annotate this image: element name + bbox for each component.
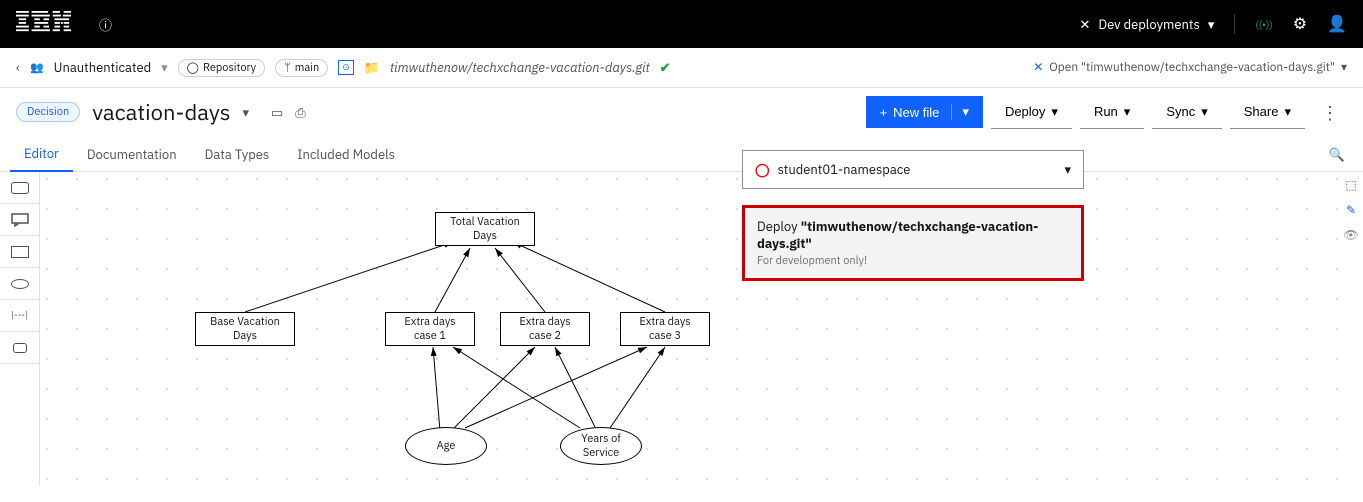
chevron-down-icon[interactable]: ▾: [161, 59, 168, 76]
monitor-icon[interactable]: ▭: [271, 104, 283, 121]
tab-data-types[interactable]: Data Types: [191, 138, 284, 171]
target-icon[interactable]: ⊙: [338, 60, 354, 75]
deploy-item-title: Deploy "timwuthenow/techxchange-vacation…: [757, 218, 1069, 252]
ibm-logo[interactable]: [16, 11, 71, 37]
tab-editor[interactable]: Editor: [10, 137, 73, 172]
run-button[interactable]: Run ▾: [1080, 96, 1144, 129]
chevron-down-icon: ▾: [1051, 104, 1058, 120]
namespace-select[interactable]: ◯ student01-namespace ▾: [742, 150, 1084, 189]
node-total-vacation-days[interactable]: Total Vacation Days: [435, 212, 535, 246]
chevron-down-icon: ▾: [1064, 161, 1071, 178]
kebab-menu-icon[interactable]: ⋮: [1313, 101, 1347, 124]
chevron-down-icon[interactable]: ▾: [242, 104, 249, 121]
node-years-of-service[interactable]: Years of Service: [560, 427, 642, 465]
page-title: vacation-days: [92, 98, 230, 127]
info-icon[interactable]: ⓘ: [99, 15, 112, 34]
map-icon[interactable]: ⬚: [1345, 178, 1356, 193]
tab-documentation[interactable]: Documentation: [73, 138, 191, 171]
satellite-icon: ✕: [1079, 16, 1090, 33]
user-icon[interactable]: 👤: [1327, 14, 1347, 34]
breadcrumb-bar: ‹ 👥 Unauthenticated ▾ ◯ Repository ᛘ mai…: [0, 48, 1363, 88]
vscode-icon: ✕: [1033, 60, 1043, 75]
folder-icon: 📁: [364, 59, 380, 76]
gear-icon[interactable]: ⚙: [1293, 14, 1307, 34]
title-bar: Decision vacation-days ▾ ▭ ⎙ + New file …: [0, 88, 1363, 136]
chevron-down-icon: ▾: [1201, 104, 1208, 120]
node-extra-days-case-1[interactable]: Extra days case 1: [385, 312, 475, 346]
share-button[interactable]: Share ▾: [1230, 96, 1305, 129]
sync-button[interactable]: Sync ▾: [1152, 96, 1221, 129]
node-extra-days-case-2[interactable]: Extra days case 2: [500, 312, 590, 346]
shape-palette: |---|: [0, 172, 40, 486]
palette-callout[interactable]: [0, 204, 39, 236]
chevron-down-icon: ▾: [1284, 104, 1291, 120]
palette-text[interactable]: |---|: [0, 300, 39, 332]
node-base-vacation-days[interactable]: Base Vacation Days: [195, 312, 295, 346]
status-indicator-icon[interactable]: ((•)): [1255, 18, 1272, 31]
diagram-canvas[interactable]: Total Vacation Days Base Vacation Days E…: [40, 172, 1339, 486]
print-icon[interactable]: ⎙: [295, 104, 305, 121]
edit-icon[interactable]: ✎: [1346, 203, 1356, 218]
open-in-vscode[interactable]: Open "timwuthenow/techxchange-vacation-d…: [1049, 60, 1335, 75]
tabs-bar: Editor Documentation Data Types Included…: [0, 136, 1363, 172]
chevron-down-icon: ▾: [1124, 104, 1131, 120]
node-extra-days-case-3[interactable]: Extra days case 3: [620, 312, 710, 346]
check-icon: ✔: [660, 59, 671, 76]
canvas-container: |---|: [0, 172, 1363, 486]
repository-chip[interactable]: ◯ Repository: [178, 59, 266, 77]
divider: [1234, 14, 1235, 34]
decision-badge: Decision: [16, 102, 80, 122]
right-palette: ⬚ ✎ 👁: [1339, 172, 1363, 486]
palette-rect[interactable]: [0, 236, 39, 268]
github-icon: ◯: [187, 61, 199, 75]
users-icon: 👥: [30, 61, 44, 75]
eye-icon[interactable]: 👁: [1343, 228, 1358, 243]
node-age[interactable]: Age: [405, 427, 487, 465]
deploy-dropdown-panel: ◯ student01-namespace ▾ Deploy "timwuthe…: [742, 150, 1084, 281]
repo-path: timwuthenow/techxchange-vacation-days.gi…: [390, 59, 650, 76]
dev-deployments-label: Dev deployments: [1098, 16, 1199, 33]
tab-included-models[interactable]: Included Models: [283, 138, 409, 171]
chevron-down-icon[interactable]: ▾: [1341, 60, 1347, 75]
new-file-button[interactable]: + New file ▾: [866, 96, 983, 128]
palette-oval[interactable]: [0, 268, 39, 300]
auth-status[interactable]: Unauthenticated: [54, 59, 151, 76]
namespace-value: student01-namespace: [778, 161, 1057, 178]
deploy-item[interactable]: Deploy "timwuthenow/techxchange-vacation…: [742, 205, 1084, 281]
deploy-item-subtitle: For development only!: [757, 254, 1069, 268]
dev-deployments-menu[interactable]: ✕ Dev deployments ▾: [1079, 16, 1214, 33]
branch-icon: ᛘ: [284, 61, 291, 75]
palette-small-rect[interactable]: [0, 332, 39, 364]
plus-icon: +: [880, 105, 888, 120]
chevron-down-icon: ▾: [951, 104, 969, 120]
search-icon[interactable]: 🔍: [1321, 138, 1353, 171]
top-header: ⓘ ✕ Dev deployments ▾ ((•)) ⚙ 👤: [0, 0, 1363, 48]
back-icon[interactable]: ‹: [16, 59, 20, 76]
deploy-button[interactable]: Deploy ▾: [991, 96, 1072, 129]
branch-chip[interactable]: ᛘ main: [275, 59, 328, 77]
palette-rounded-rect[interactable]: [0, 172, 39, 204]
chevron-down-icon: ▾: [1208, 16, 1215, 33]
openshift-icon: ◯: [755, 161, 770, 178]
